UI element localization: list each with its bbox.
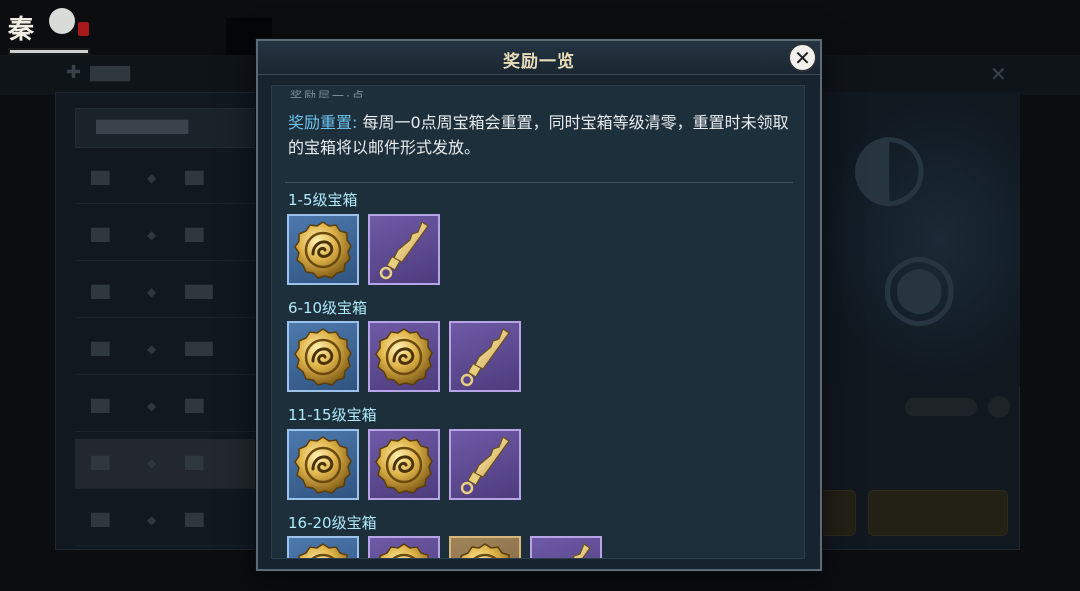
reward-tier-title: 1-5级宝箱 [288, 191, 358, 209]
background-row-cell: ██ [91, 342, 110, 356]
reset-notice: 奖励重置: 每周一0点周宝箱会重置，同时宝箱等级清零，重置时未领取的宝箱将以邮件… [288, 110, 798, 160]
modal-title: 奖励一览 [503, 52, 575, 72]
reward-item-slot[interactable] [449, 536, 521, 558]
reward-item-slot[interactable] [368, 429, 440, 500]
reward-item-slot[interactable] [368, 321, 440, 392]
reset-notice-text: 每周一0点周宝箱会重置，同时宝箱等级清零，重置时未领取的宝箱将以邮件形式发放。 [288, 113, 789, 157]
background-row-cell: ██ [185, 513, 204, 527]
game-logo: 秦 [7, 8, 90, 58]
background-row-cell: ██ [185, 456, 204, 470]
blade-icon [453, 325, 517, 389]
background-row-cell: ██ [91, 399, 110, 413]
reward-item-slot[interactable] [368, 214, 440, 285]
gold-coin-icon [372, 433, 436, 497]
background-row-cell: ███ [185, 342, 213, 356]
reward-item-row [287, 429, 530, 501]
gold-coin-icon [291, 433, 355, 497]
background-table-row[interactable]: ██ ◆ ██ [75, 211, 265, 261]
reward-item-slot[interactable] [368, 536, 440, 558]
background-row-cell: ██ [91, 513, 110, 527]
divider [285, 182, 793, 183]
gold-coin-icon [291, 325, 355, 389]
gold-coin-icon [372, 325, 436, 389]
reward-item-row [287, 321, 530, 393]
background-close-icon[interactable]: ✕ [990, 62, 1007, 86]
background-table-row[interactable]: ██ ◆ ██ [75, 382, 265, 432]
gold-coin-icon [453, 540, 517, 558]
background-row-cell: ◆ [147, 171, 157, 185]
blade-icon [372, 218, 436, 282]
background-table-row[interactable]: ██ ◆ ███ [75, 268, 265, 318]
reward-item-slot[interactable] [287, 536, 359, 558]
background-row-cell: ◆ [147, 342, 157, 356]
background-row-cell: ██ [185, 228, 204, 242]
reward-item-row [287, 536, 611, 558]
reward-item-row [287, 214, 449, 286]
background-table-row[interactable]: ██ ◆ ██ [75, 439, 265, 489]
background-row-cell: ██ [185, 399, 204, 413]
reward-item-slot[interactable] [449, 321, 521, 392]
background-table-header: ██████████ [75, 108, 265, 148]
gold-coin-icon [372, 540, 436, 558]
reward-tier-title: 11-15级宝箱 [288, 406, 377, 424]
background-header-label: ██████████ [96, 120, 189, 134]
logo-art: 秦 [7, 8, 90, 55]
background-bar-label: ████ [90, 67, 130, 82]
background-row-cell: ◆ [147, 228, 157, 242]
background-row-cell: ██ [91, 456, 110, 470]
background-row-cell: ◆ [147, 285, 157, 299]
game-screen: ████ ✚ ✕ ██████████ ██ ◆ ██ ██ ◆ ██ ██ ◆ ███ ██ ◆ █… [0, 0, 1080, 591]
background-add-icon[interactable]: ✚ [66, 62, 81, 83]
close-icon: ✕ [794, 45, 811, 70]
reward-item-slot[interactable] [287, 321, 359, 392]
background-gear-icon[interactable] [988, 396, 1010, 418]
reset-notice-label: 奖励重置: [288, 113, 358, 132]
reward-item-slot[interactable] [287, 429, 359, 500]
background-pill [905, 398, 977, 416]
reward-list-scroll-area[interactable]: 奖励层一·点 奖励重置: 每周一0点周宝箱会重置，同时宝箱等级清零，重置时未领取… [271, 85, 805, 559]
reward-item-slot[interactable] [530, 536, 602, 558]
background-table-row[interactable]: ██ ◆ ██ [75, 496, 265, 546]
reward-item-slot[interactable] [287, 214, 359, 285]
background-confirm-button[interactable] [868, 490, 1008, 536]
background-table-row[interactable]: ██ ◆ ██ [75, 154, 265, 204]
background-row-cell: ██ [91, 171, 110, 185]
blade-icon [534, 540, 598, 558]
modal-header: 奖励一览 ✕ [258, 41, 820, 75]
background-row-cell: ███ [185, 285, 213, 299]
close-button[interactable]: ✕ [788, 43, 817, 72]
gold-coin-icon [291, 540, 355, 558]
reward-item-slot[interactable] [449, 429, 521, 500]
background-table-row[interactable]: ██ ◆ ███ [75, 325, 265, 375]
background-row-cell: ██ [91, 228, 110, 242]
reward-tier-title: 6-10级宝箱 [288, 299, 368, 317]
reward-tier-title: 16-20级宝箱 [288, 514, 377, 532]
background-artwork: ◐ ◉ [820, 92, 1020, 387]
background-row-cell: ◆ [147, 513, 157, 527]
background-row-cell: ██ [185, 171, 204, 185]
blade-icon [453, 433, 517, 497]
scrolled-off-text: 奖励层一·点 [290, 90, 366, 98]
logo-title-glyph: 秦 [8, 15, 35, 45]
background-row-cell: ██ [91, 285, 110, 299]
background-row-cell: ◆ [147, 399, 157, 413]
reward-overview-modal: 奖励一览 ✕ 奖励层一·点 奖励重置: 每周一0点周宝箱会重置，同时宝箱等级清零… [256, 39, 822, 571]
background-row-cell: ◆ [147, 456, 157, 470]
gold-coin-icon [291, 218, 355, 282]
